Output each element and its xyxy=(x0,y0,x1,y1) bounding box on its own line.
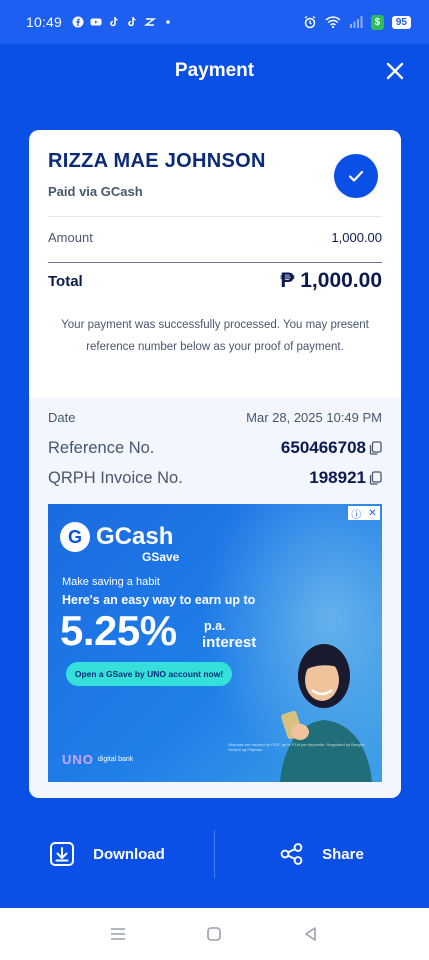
amount-value: 1,000.00 xyxy=(331,230,382,245)
reference-label: Reference No. xyxy=(48,438,155,457)
total-value: ₱ 1,000.00 xyxy=(280,269,382,292)
status-right: $ 95 xyxy=(303,14,411,30)
ad-choices[interactable]: ⓘ ✕ xyxy=(348,506,380,521)
ad-product: GSave xyxy=(142,550,180,564)
back-icon[interactable] xyxy=(301,924,321,944)
alarm-icon xyxy=(304,15,316,29)
battery-level: 95 xyxy=(391,15,411,29)
info-icon[interactable]: ⓘ xyxy=(351,506,361,521)
copy-icon[interactable] xyxy=(369,441,382,455)
home-icon[interactable] xyxy=(204,924,224,944)
receipt-details: Date Mar 28, 2025 10:49 PM Reference No.… xyxy=(29,398,401,798)
money-icon: $ xyxy=(370,14,384,30)
ad-cta-button[interactable]: Open a GSave by UNO account now! xyxy=(66,662,232,686)
page-title: Payment xyxy=(174,60,255,81)
divider xyxy=(48,262,382,263)
copy-icon[interactable] xyxy=(369,471,382,485)
share-button[interactable]: Share xyxy=(215,828,429,880)
check-icon xyxy=(348,170,364,182)
success-badge xyxy=(334,154,378,198)
close-icon[interactable]: ✕ xyxy=(368,508,376,519)
uno-mark: UNO xyxy=(62,752,94,767)
ad-rate-word: interest xyxy=(202,634,257,651)
ad-banner[interactable]: ⓘ ✕ G GCash GSave Make saving a habit He… xyxy=(48,504,382,782)
date-value: Mar 28, 2025 10:49 PM xyxy=(246,410,382,425)
uno-text: digital bank xyxy=(97,755,134,763)
date-row: Date Mar 28, 2025 10:49 PM xyxy=(48,410,382,425)
facebook-icon xyxy=(72,16,84,28)
tiktok-icon xyxy=(110,17,118,27)
download-label: Download xyxy=(93,845,165,863)
notification-icons xyxy=(72,16,174,28)
gcash-brand: GCash xyxy=(96,523,174,550)
action-bar: Download Share xyxy=(0,828,429,880)
total-row: Total ₱ 1,000.00 xyxy=(48,269,382,293)
total-label: Total xyxy=(48,272,83,290)
ad-fineprint: Deposits are insured by PDIC up to P1M p… xyxy=(228,742,365,752)
wifi-icon xyxy=(325,16,341,29)
signal-icon xyxy=(349,16,363,28)
receipt-summary: RIZZA MAE JOHNSON Paid via GCash Amount … xyxy=(29,130,401,398)
app-header: Payment xyxy=(0,44,429,98)
uno-logo: UNO digital bank xyxy=(62,752,133,767)
receipt-card: RIZZA MAE JOHNSON Paid via GCash Amount … xyxy=(29,130,401,798)
ad-person-image xyxy=(280,644,372,782)
youtube-icon xyxy=(90,18,102,26)
download-icon xyxy=(50,842,75,866)
ad-rate: 5.25% xyxy=(60,607,177,654)
status-time: 10:49 xyxy=(26,14,63,30)
ad-headline: Here's an easy way to earn up to xyxy=(62,593,256,607)
tiktok-icon xyxy=(128,17,136,27)
qrph-value: 198921 xyxy=(309,468,366,487)
ad-tagline: Make saving a habit xyxy=(62,576,160,588)
qrph-value-group: 198921 xyxy=(309,468,382,488)
reference-row: Reference No. 650466708 xyxy=(48,438,382,458)
menu-icon[interactable] xyxy=(108,924,128,944)
system-nav-bar xyxy=(0,908,429,960)
payment-method: Paid via GCash xyxy=(48,184,143,199)
divider xyxy=(48,216,382,217)
gcash-logo-mark: G xyxy=(60,522,90,552)
reference-value: 650466708 xyxy=(280,438,366,457)
ad-rate-suffix: p.a. xyxy=(204,619,226,633)
amount-label: Amount xyxy=(48,230,93,245)
success-message: Your payment was successfully processed.… xyxy=(61,319,369,353)
reference-value-group: 650466708 xyxy=(281,438,382,458)
qrph-row: QRPH Invoice No. 198921 xyxy=(48,468,382,488)
qrph-label: QRPH Invoice No. xyxy=(48,468,183,487)
download-button[interactable]: Download xyxy=(0,828,214,880)
share-icon xyxy=(280,843,303,865)
close-icon[interactable] xyxy=(383,59,407,83)
dot-icon xyxy=(166,20,170,24)
amount-row: Amount 1,000.00 xyxy=(48,230,382,245)
gcash-logo: G GCash xyxy=(60,522,173,552)
recipient-name: RIZZA MAE JOHNSON xyxy=(48,150,266,172)
status-bar: 10:49 $ 95 xyxy=(0,0,429,44)
share-label: Share xyxy=(322,845,364,863)
date-label: Date xyxy=(48,410,76,425)
app-icon xyxy=(144,18,157,26)
